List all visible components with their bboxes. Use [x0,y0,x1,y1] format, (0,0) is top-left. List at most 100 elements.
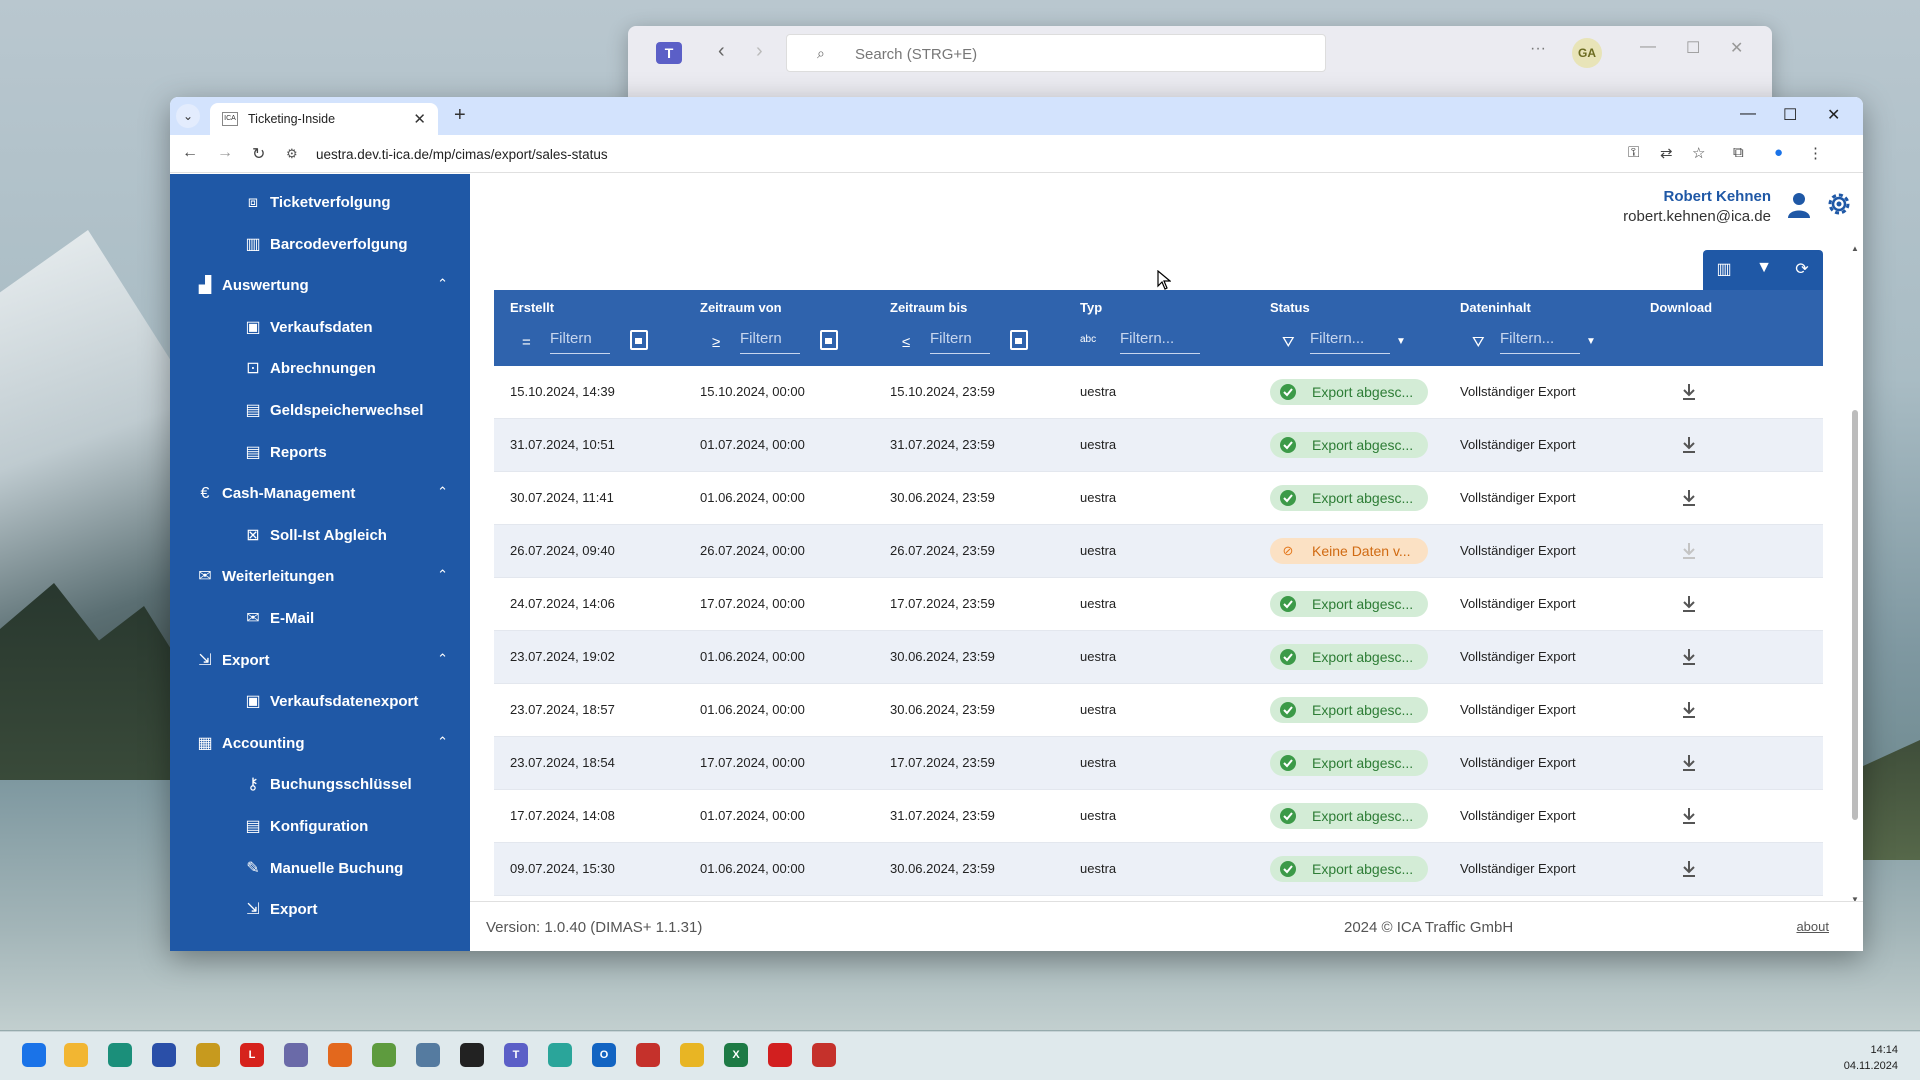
acrobat-icon[interactable] [768,1043,792,1067]
minimize-icon[interactable]: — [1740,105,1756,123]
teams-icon[interactable]: T [504,1043,528,1067]
table-row[interactable]: 30.07.2024, 11:41 01.06.2024, 00:00 30.06.… [494,472,1823,525]
columns-icon[interactable]: ▥ [1713,259,1735,281]
filter-operator-icon[interactable]: = [522,334,531,351]
download-icon[interactable] [1680,435,1698,455]
app-doc-icon[interactable] [416,1043,440,1067]
system-clock[interactable]: 14:14 04.11.2024 [1844,1042,1898,1074]
chevron-up-icon[interactable]: ⌃ [437,734,448,750]
column-header[interactable]: Erstellt [510,300,554,315]
download-icon[interactable] [1680,594,1698,614]
table-row[interactable]: 23.07.2024, 19:02 01.06.2024, 00:00 30.06.… [494,631,1823,684]
address-bar[interactable]: ⚙ uestra.dev.ti-ica.de/mp/cimas/export/s… [278,139,1728,169]
sidebar-item[interactable]: ▣ Verkaufsdatenexport [170,685,470,719]
profile-icon[interactable]: ● [1774,144,1783,161]
user-icon[interactable] [1787,192,1811,218]
avatar[interactable]: GA [1572,38,1602,68]
column-filter-input[interactable]: Filtern [740,330,800,354]
column-header[interactable]: Zeitraum von [700,300,782,315]
column-filter-input[interactable]: Filtern... [1500,330,1580,354]
column-filter-input[interactable]: Filtern... [1310,330,1390,354]
sidebar-item[interactable]: ▥ Barcodeverfolgung [170,228,470,262]
sidebar-item[interactable]: ▤ Reports [170,436,470,470]
file-explorer-icon[interactable] [64,1043,88,1067]
sidebar-item[interactable]: ⊠ Soll-Ist Abgleich [170,519,470,553]
calendar-icon[interactable] [630,330,648,350]
column-filter-input[interactable]: Filtern... [1120,330,1200,354]
forward-icon[interactable]: → [217,144,233,162]
filter-icon[interactable]: ▼ [1753,259,1775,281]
translate-icon[interactable]: ⇄ [1660,144,1673,162]
scroll-thumb[interactable] [1852,410,1858,820]
filter-operator-icon[interactable]: abc [1080,334,1096,345]
close-icon[interactable]: ✕ [1730,38,1743,58]
column-header[interactable]: Download [1650,300,1712,315]
scrollbar[interactable]: ▲ ▼ [1849,244,1861,904]
password-key-icon[interactable]: ⚿ [1628,144,1639,161]
download-icon[interactable] [1680,488,1698,508]
column-header[interactable]: Typ [1080,300,1102,315]
edge-icon[interactable] [108,1043,132,1067]
table-row[interactable]: 17.07.2024, 14:08 01.07.2024, 00:00 31.07.… [494,790,1823,843]
reload-icon[interactable]: ↻ [252,144,265,164]
tab-close-icon[interactable]: ✕ [413,110,426,128]
column-header[interactable]: Dateninhalt [1460,300,1531,315]
filter-operator-icon[interactable]: ⛛ [1472,334,1485,351]
sidebar-item[interactable]: € Cash-Management ⌃ [170,477,470,511]
table-body[interactable]: 15.10.2024, 14:39 15.10.2024, 00:00 15.10.… [494,366,1823,899]
column-filter-input[interactable]: Filtern [550,330,610,354]
bookmark-star-icon[interactable]: ☆ [1692,144,1705,162]
app-x2-icon[interactable] [812,1043,836,1067]
filter-operator-icon[interactable]: ⛛ [1282,334,1295,351]
download-icon[interactable] [1680,382,1698,402]
about-link[interactable]: about [1796,919,1829,934]
table-row[interactable]: 23.07.2024, 18:54 17.07.2024, 00:00 17.07.… [494,737,1823,790]
start-icon[interactable] [22,1043,46,1067]
new-tab-icon[interactable]: + [454,104,466,127]
tab-ticketing-inside[interactable]: ICA Ticketing-Inside ✕ [210,103,438,135]
calendar-icon[interactable] [1010,330,1028,350]
filter-operator-icon[interactable]: ≥ [712,334,720,351]
notepad-icon[interactable] [372,1043,396,1067]
chrome-icon[interactable] [680,1043,704,1067]
sidebar-item[interactable]: ▣ Verkaufsdaten [170,311,470,345]
site-info-icon[interactable]: ⚙ [286,146,298,162]
chevron-up-icon[interactable]: ⌃ [437,567,448,583]
column-filter-input[interactable]: Filtern [930,330,990,354]
sidebar-item[interactable]: ⊡ Abrechnungen [170,352,470,386]
refresh-icon[interactable]: ⟳ [1791,259,1813,281]
store-icon[interactable] [152,1043,176,1067]
chevron-up-icon[interactable]: ⌃ [437,484,448,500]
maximize-icon[interactable]: ☐ [1783,105,1797,125]
calendar-icon[interactable] [820,330,838,350]
dropdown-arrow-icon[interactable]: ▼ [1396,336,1406,347]
column-header[interactable]: Status [1270,300,1310,315]
sidebar-item[interactable]: ✉ E-Mail [170,602,470,636]
download-icon[interactable] [1680,859,1698,879]
table-row[interactable]: 15.10.2024, 14:39 15.10.2024, 00:00 15.10.… [494,366,1823,419]
sidebar-item[interactable]: ⧈ Ticketverfolgung [170,186,470,220]
chevron-up-icon[interactable]: ⌃ [437,276,448,292]
download-icon[interactable] [1680,753,1698,773]
forward-icon[interactable]: › [756,40,763,63]
more-icon[interactable]: ··· [1530,40,1546,58]
table-row[interactable]: 23.07.2024, 18:57 01.06.2024, 00:00 30.06.… [494,684,1823,737]
download-icon[interactable] [1680,806,1698,826]
sidebar-item[interactable]: ▤ Konfiguration [170,810,470,844]
scroll-up-icon[interactable]: ▲ [1851,244,1859,253]
tab-search-icon[interactable]: ⌄ [176,104,200,128]
app-x-icon[interactable] [636,1043,660,1067]
back-icon[interactable]: ← [182,144,198,162]
app-red-icon[interactable]: L [240,1043,264,1067]
terminal-icon[interactable] [460,1043,484,1067]
dropdown-arrow-icon[interactable]: ▼ [1586,336,1596,347]
app-teal-icon[interactable] [548,1043,572,1067]
sidebar-item[interactable]: ✎ Manuelle Buchung [170,852,470,886]
close-icon[interactable]: ✕ [1827,105,1840,125]
minimize-icon[interactable]: — [1640,38,1656,56]
extensions-icon[interactable]: ⧉ [1733,144,1744,161]
gear-icon[interactable] [1825,190,1853,218]
snip-icon[interactable] [284,1043,308,1067]
chevron-up-icon[interactable]: ⌃ [437,651,448,667]
table-row[interactable]: 09.07.2024, 15:30 01.06.2024, 00:00 30.06.… [494,843,1823,896]
